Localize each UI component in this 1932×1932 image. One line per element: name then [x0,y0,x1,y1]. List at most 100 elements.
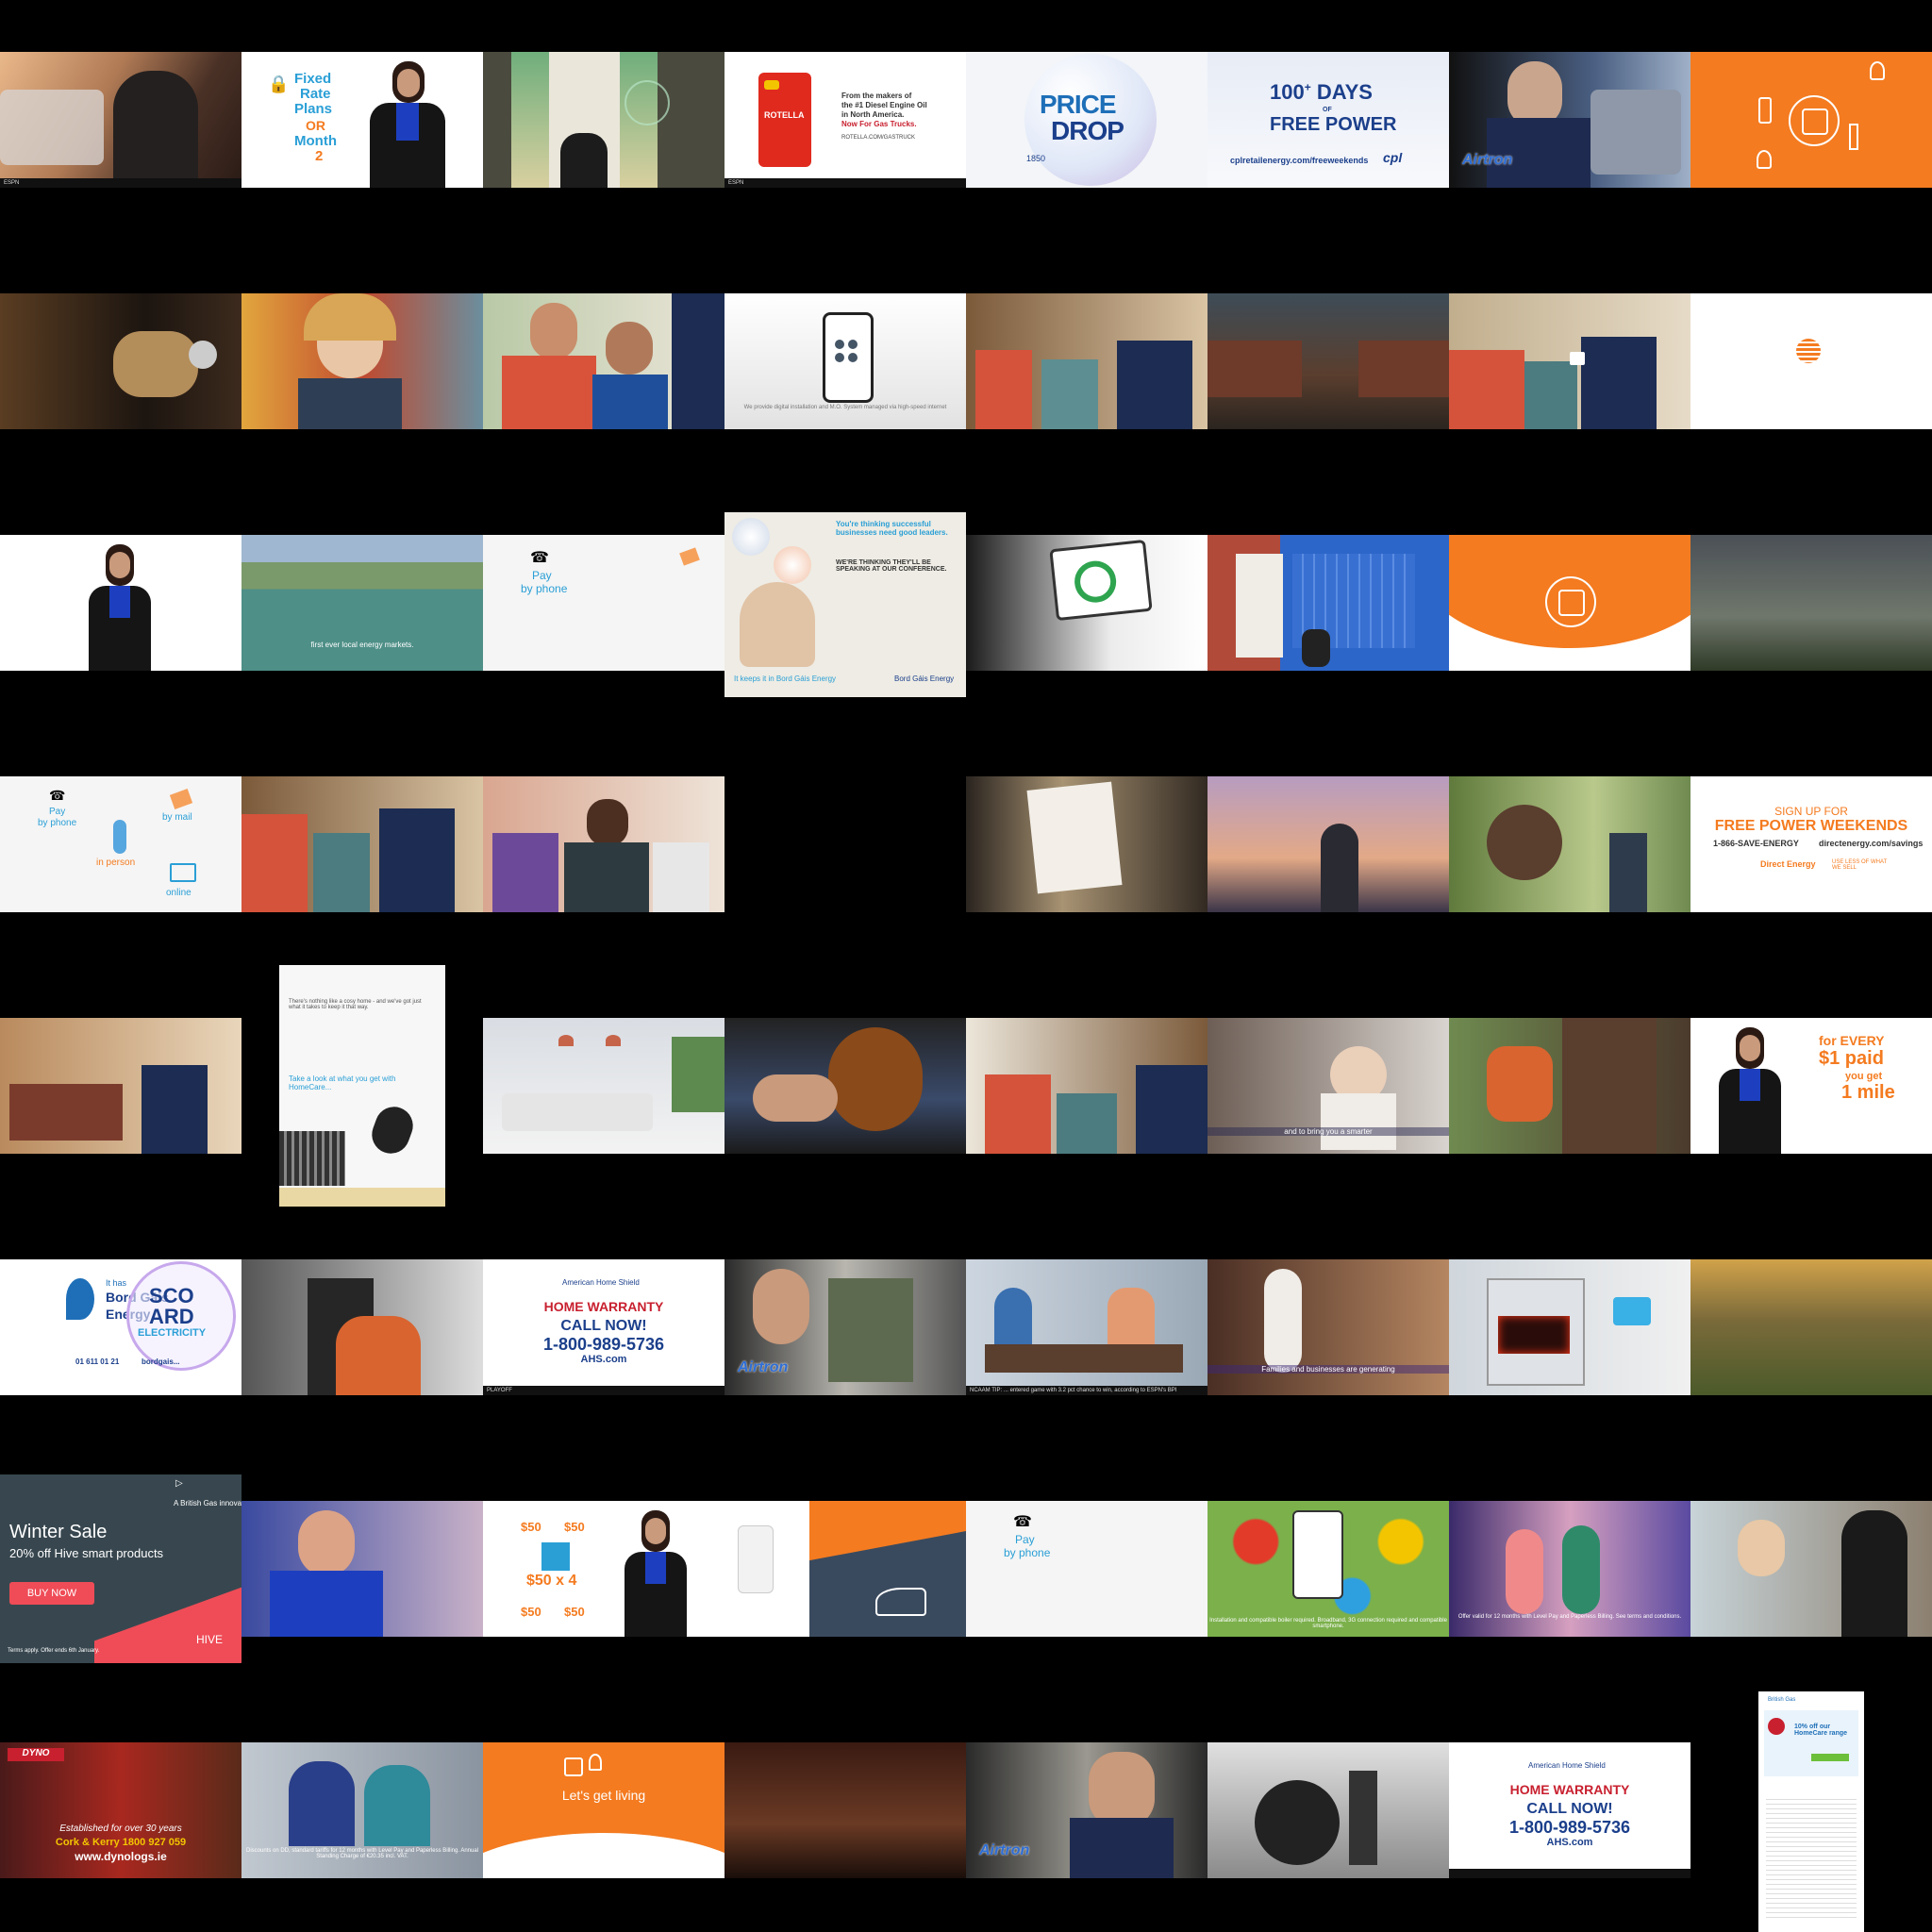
thumbnail-sofa[interactable] [0,1018,242,1154]
plug-icon [738,1525,774,1593]
bulb-icon [1870,61,1885,80]
thumbnail-pay-options[interactable]: ☎ Pay by phone by mail in person online [0,776,242,912]
thumbnail-pay-phone-2[interactable]: ☎ Pay by phone [966,1501,1208,1637]
thumbnail-orange-icons[interactable] [1690,52,1932,188]
thumbnail-print-ad[interactable]: You're thinking successful businesses ne… [724,512,966,697]
headline: Winter Sale [9,1522,108,1542]
thumbnail-camping[interactable] [1449,776,1690,912]
thumbnail-monster[interactable] [724,1018,966,1154]
caption: and to bring you a smarter [1208,1127,1449,1136]
adchoices-icon[interactable]: ▷ [175,1478,183,1489]
logo: American Home Shield [562,1278,640,1287]
thumbnail-ahs-2[interactable]: American Home Shield HOME WARRANTY CALL … [1449,1742,1690,1878]
thumbnail-technician-couple[interactable] [966,293,1208,429]
thumbnail-couple-couch[interactable]: Discounts on DD, standard tariffs for 12… [242,1742,483,1878]
thumbnail-harbour[interactable]: first ever local energy markets. [242,535,483,671]
thumbnail-bord-gais[interactable]: It has Bord Gáis Energy SCO ARD ELECTRIC… [0,1259,242,1395]
thumbnail-presenter[interactable] [0,535,242,671]
caption: Installation and compatible boiler requi… [1209,1618,1447,1629]
thumbnail-ball-pit[interactable]: Installation and compatible boiler requi… [1208,1501,1449,1637]
thumbnail-office[interactable]: NCAAM TIP: ... entered game with 3.2 pct… [966,1259,1208,1395]
thumbnail-kitchen-talk[interactable] [242,776,483,912]
caption: Families and businesses are generating [1208,1365,1449,1374]
headline: $50 x 4 [526,1573,577,1589]
thumbnail-orange-logo[interactable] [1690,293,1932,429]
thumbnail-blue-house[interactable] [1208,535,1449,671]
thumbnail-sign-up[interactable]: SIGN UP FOR FREE POWER WEEKENDS 1-866-SA… [1690,776,1932,912]
radiator-graphic [279,1131,345,1186]
url-text: AHS.com [580,1354,627,1365]
thumbnail-oven[interactable] [1449,1259,1690,1395]
bulb-icon [589,1754,602,1771]
thumbnail-couple-kitchen[interactable] [483,293,724,429]
thumbnail-miles[interactable]: for EVERY $1 paid you get 1 mile [1690,1018,1932,1154]
envelope-icon [169,789,193,809]
headline: CALL NOW! [1526,1801,1613,1817]
caption: 2 [315,148,324,164]
thumbnail-furnace[interactable]: Airtron [724,1259,966,1395]
thumbnail-boiler-tech[interactable] [242,1259,483,1395]
airtron-logo: Airtron [738,1359,789,1375]
thumbnail-door[interactable] [483,52,724,188]
thermostat-icon [1545,576,1596,627]
caption: $50 [564,1605,585,1619]
thumbnail-family[interactable] [483,776,724,912]
thumbnail-vintage-tractor[interactable] [1208,1742,1449,1878]
thumbnail-orange-curve[interactable] [1449,535,1690,671]
thumbnail-thermostat-couple[interactable] [1449,293,1690,429]
thumbnail-living-room[interactable] [483,1018,724,1154]
thumbnail-gloves[interactable] [0,293,242,429]
ticker-bar: NCAAM TIP: ... entered game with 3.2 pct… [966,1386,1208,1395]
thumbnail-girl[interactable] [242,293,483,429]
caption: OF [1323,107,1332,113]
thumbnail-baby[interactable]: and to bring you a smarter [1208,1018,1449,1154]
thumbnail-couple-listen[interactable] [966,1018,1208,1154]
thumbnail-airtron-tech[interactable]: Airtron [1449,52,1690,188]
thumbnail-women-chat[interactable] [1690,1501,1932,1637]
caption: by mail [162,812,192,823]
caption: Pay [532,569,552,582]
thumbnail-hiker[interactable] [1208,776,1449,912]
headline: FREE POWER [1270,114,1397,135]
phone-number: 1-800-989-5736 [542,1335,665,1354]
cta-button[interactable] [1811,1754,1849,1761]
thumbnail-british-gas-email[interactable]: British Gas 10% off our HomeCare range [1758,1691,1864,1932]
thumbnail-lets-get-living[interactable]: Let's get living [483,1742,724,1878]
thumbnail-price-drop[interactable]: PRICE DROP 1850 [966,52,1208,188]
caption: by phone [521,582,568,595]
thermostat-icon [1789,95,1840,146]
thumbnail-room-dark[interactable] [724,1742,966,1878]
thumbnail-woman-blue[interactable] [242,1501,483,1637]
phone-number: 1-800-989-5736 [1508,1818,1631,1837]
caption: in person [96,858,136,868]
dyno-logo: DYNO [8,1748,64,1761]
thumbnail-tablet[interactable] [966,535,1208,671]
thumbnail-hive-banner[interactable]: ▷ A British Gas innovation Winter Sale 2… [0,1474,242,1663]
thumbnail-street[interactable] [1208,293,1449,429]
caption: Take a look at what you get with HomeCar… [289,1074,396,1091]
thumbnail-airtron-tech-2[interactable]: Airtron [966,1742,1208,1878]
phone-number: 1-866-SAVE-ENERGY [1713,839,1799,848]
hive-logo: HIVE [196,1633,224,1646]
caption: you get [1845,1071,1883,1082]
thumbnail-homecare-print[interactable]: There's nothing like a cosy home - and w… [279,965,445,1207]
thumbnail-pay-phone[interactable]: ☎ Pay by phone [483,535,724,671]
buy-now-button[interactable]: BUY NOW [9,1582,94,1605]
thumbnail-fixed-rate[interactable]: 🔒 Fixed Rate Plans OR Month 2 [242,52,483,188]
thumbnail-drawing[interactable] [966,776,1208,912]
thumbnail-field[interactable] [1690,535,1932,671]
thumbnail-dyno[interactable]: DYNO Established for over 30 years Cork … [0,1742,242,1878]
thumbnail-smart-plug[interactable] [724,1501,966,1637]
thumbnail-dollars[interactable]: $50 $50 $50 x 4 $50 $50 [483,1501,724,1637]
caption: first ever local energy markets. [310,641,414,649]
thumbnail-rotella[interactable]: ROTELLA From the makers of the #1 Diesel… [724,52,966,188]
thumbnail-pipe-workers[interactable] [1449,1018,1690,1154]
thumbnail-truck-man[interactable]: ESPN [0,52,242,188]
thumbnail-phone-app[interactable]: We provide digital installation and M.O.… [724,293,966,429]
thumbnail-mother-kitchen[interactable]: Families and businesses are generating [1208,1259,1449,1395]
thumbnail-free-power[interactable]: 100+ DAYS OF FREE POWER cplretailenergy.… [1208,52,1449,188]
thumbnail-ahs-1[interactable]: American Home Shield HOME WARRANTY CALL … [483,1259,724,1395]
thumbnail-party[interactable]: Offer valid for 12 months with Level Pay… [1449,1501,1690,1637]
thumbnail-sunset[interactable] [1690,1259,1932,1395]
caption: $50 [521,1520,541,1534]
